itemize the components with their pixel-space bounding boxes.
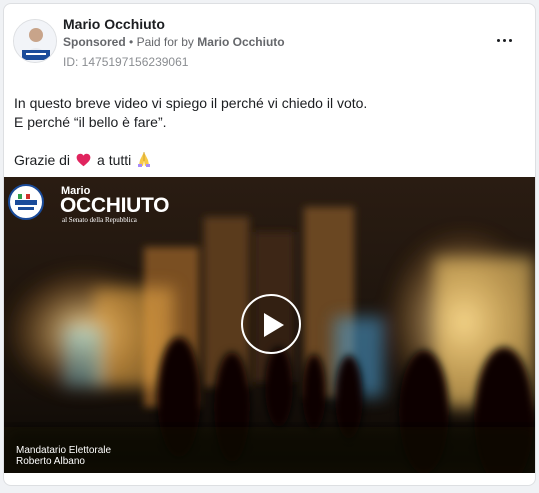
post-text: In questo breve video vi spiego il perch… (14, 94, 524, 172)
post-text-line: Grazie di a tutti (14, 151, 524, 172)
red-heart-emoji (76, 153, 91, 172)
post-header: Mario Occhiuto Sponsored • Paid for by M… (4, 4, 535, 82)
avatar[interactable] (13, 19, 57, 63)
author-name[interactable]: Mario Occhiuto (63, 16, 165, 32)
brand-last-name: OCCHIUTO (60, 194, 170, 217)
ad-id: ID: 1475197156239061 (63, 55, 189, 69)
video-player[interactable]: Mario OCCHIUTO al Senato della Repubblic… (4, 177, 535, 473)
sponsored-label: Sponsored (63, 35, 126, 49)
paid-for-name[interactable]: Mario Occhiuto (197, 35, 284, 49)
caption-line: Roberto Albano (16, 456, 85, 467)
caption-line: Mandatario Elettorale (16, 445, 112, 456)
post-text-line: E perché “il bello è fare”. (14, 114, 167, 130)
folded-hands-emoji (137, 151, 151, 172)
play-icon (264, 313, 284, 337)
party-logo (8, 184, 44, 220)
separator-dot: • (129, 35, 134, 49)
post-text-line: In questo breve video vi spiego il perch… (14, 95, 368, 111)
paid-for-prefix: Paid for by (136, 35, 194, 49)
video-caption: Mandatario Elettorale Roberto Albano (16, 445, 111, 467)
more-horizontal-icon (497, 39, 500, 42)
sponsored-line: Sponsored • Paid for by Mario Occhiuto (63, 35, 285, 49)
play-button[interactable] (241, 294, 301, 354)
more-options-button[interactable] (493, 30, 517, 50)
ad-post-card: Mario Occhiuto Sponsored • Paid for by M… (3, 3, 536, 486)
brand-subtitle: al Senato della Repubblica (62, 216, 137, 224)
